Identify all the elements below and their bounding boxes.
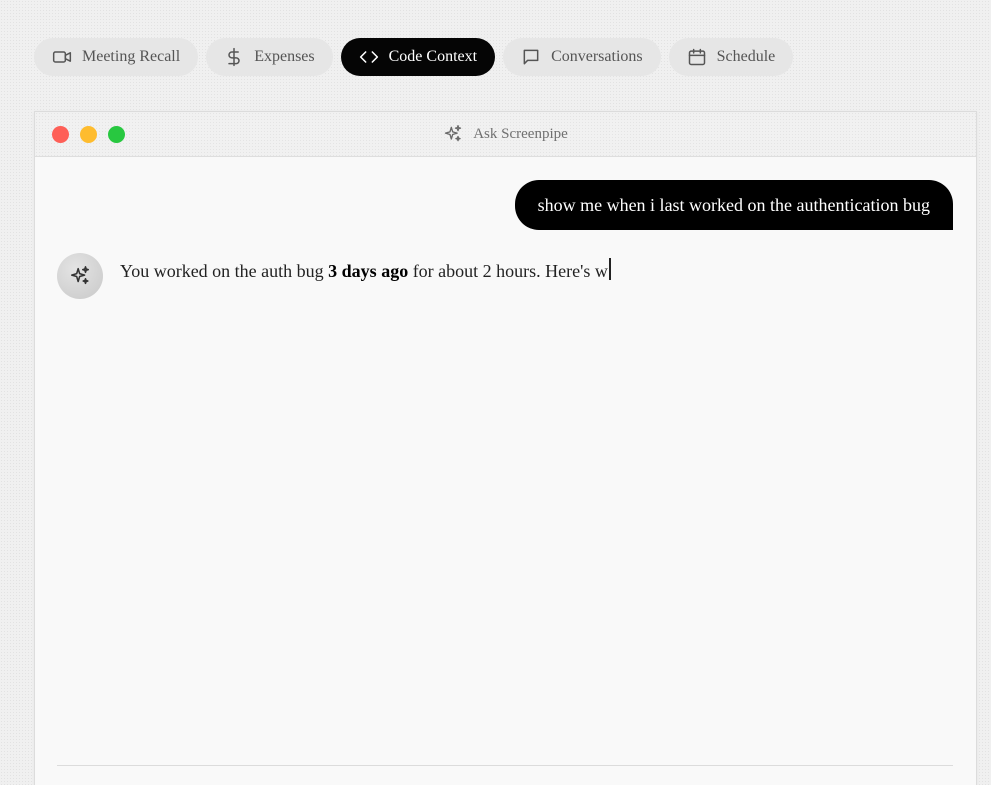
window-title: Ask Screenpipe bbox=[35, 124, 976, 144]
dollar-icon bbox=[224, 47, 244, 67]
window-title-text: Ask Screenpipe bbox=[473, 125, 568, 142]
feature-tabs: Meeting Recall Expenses Code Context Con… bbox=[34, 38, 794, 76]
tab-label: Meeting Recall bbox=[82, 48, 181, 65]
tab-label: Schedule bbox=[716, 48, 776, 65]
tab-label: Code Context bbox=[388, 48, 478, 65]
code-icon bbox=[359, 47, 379, 67]
chat-window: Ask Screenpipe show me when i last worke… bbox=[34, 111, 977, 785]
reply-text-after: for about 2 hours. Here's w bbox=[408, 261, 608, 281]
sparkles-icon bbox=[69, 265, 91, 287]
message-icon bbox=[521, 47, 541, 67]
assistant-message-text: You worked on the auth bug 3 days ago fo… bbox=[120, 258, 611, 299]
reply-text-before: You worked on the auth bug bbox=[120, 261, 329, 281]
tab-meeting-recall[interactable]: Meeting Recall bbox=[34, 38, 199, 76]
tab-label: Conversations bbox=[551, 48, 643, 65]
assistant-message: You worked on the auth bug 3 days ago fo… bbox=[57, 253, 611, 299]
typing-cursor bbox=[608, 258, 611, 280]
tab-code-context[interactable]: Code Context bbox=[340, 38, 496, 76]
assistant-avatar bbox=[57, 253, 103, 299]
input-divider bbox=[57, 765, 953, 766]
tab-conversations[interactable]: Conversations bbox=[503, 38, 661, 76]
tab-label: Expenses bbox=[254, 48, 315, 65]
sparkles-icon bbox=[443, 124, 463, 144]
reply-text-bold: 3 days ago bbox=[328, 261, 409, 281]
user-message-text: show me when i last worked on the authen… bbox=[537, 194, 930, 215]
window-titlebar: Ask Screenpipe bbox=[35, 112, 976, 157]
calendar-icon bbox=[687, 47, 707, 67]
user-message-bubble: show me when i last worked on the authen… bbox=[514, 180, 953, 230]
video-icon bbox=[52, 47, 72, 67]
tab-expenses[interactable]: Expenses bbox=[206, 38, 333, 76]
tab-schedule[interactable]: Schedule bbox=[668, 38, 794, 76]
